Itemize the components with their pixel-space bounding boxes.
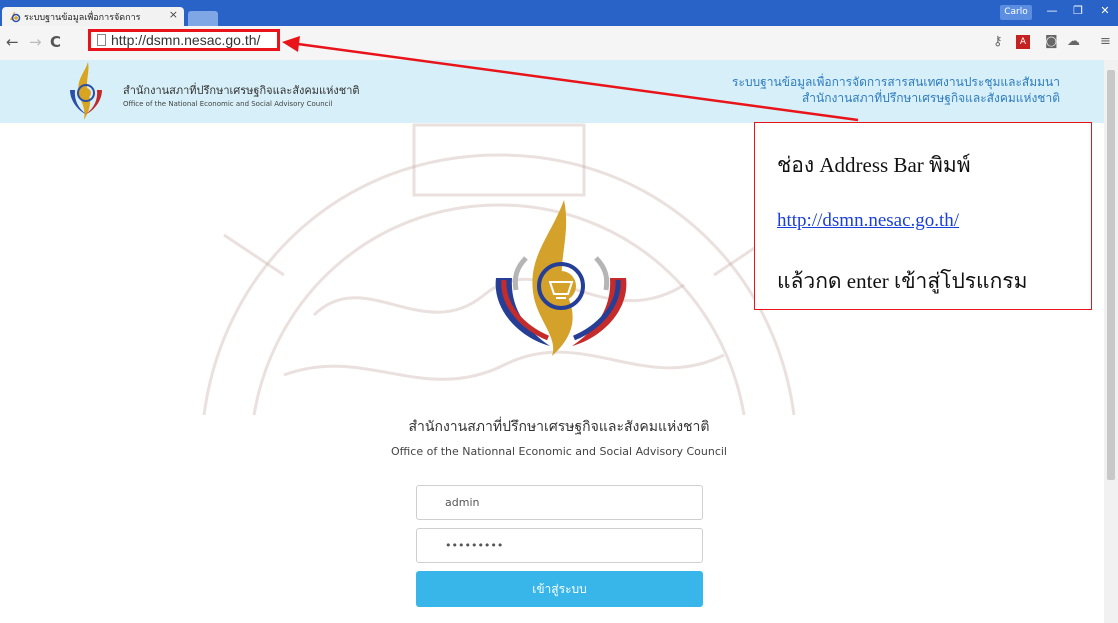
site-favicon-icon xyxy=(10,12,21,23)
username-input[interactable] xyxy=(416,485,703,520)
annotation-callout: ช่อง Address Bar พิมพ์ http://dsmn.nesac… xyxy=(754,122,1092,310)
header-org-name-en: Office of the National Economic and Soci… xyxy=(123,100,333,108)
header-org-name-th: สำนักงานสภาที่ปรึกษาเศรษฐกิจและสังคมแห่ง… xyxy=(123,84,360,97)
callout-enter-instruction: แล้วกด enter เข้าสู่โปรแกรม xyxy=(777,269,1028,293)
nesac-logo-icon xyxy=(70,62,102,120)
tab-close-icon[interactable]: × xyxy=(169,8,178,21)
close-window-icon[interactable]: ✕ xyxy=(1092,3,1118,19)
login-org-name-th: สำนักงานสภาที่ปรึกษาเศรษฐกิจและสังคมแห่ง… xyxy=(408,419,710,435)
system-subtitle: สำนักงานสภาที่ปรึกษาเศรษฐกิจและสังคมแห่ง… xyxy=(801,91,1060,105)
camera-icon[interactable]: ◙ xyxy=(1045,35,1058,49)
nesac-main-logo-icon xyxy=(495,200,627,356)
minimize-icon[interactable]: — xyxy=(1040,3,1064,19)
pdf-extension-icon[interactable]: A xyxy=(1016,35,1030,49)
login-button[interactable]: เข้าสู่ระบบ xyxy=(416,571,703,607)
address-bar-url[interactable]: http://dsmn.nesac.go.th/ xyxy=(111,32,260,48)
reload-icon[interactable]: C xyxy=(50,35,61,50)
callout-url-link[interactable]: http://dsmn.nesac.go.th/ xyxy=(777,210,959,232)
forward-arrow-icon[interactable]: → xyxy=(29,35,42,50)
password-input[interactable] xyxy=(416,528,703,563)
page-scrollbar[interactable] xyxy=(1104,60,1118,623)
login-org-name-en: Office of the Nationnal Economic and Soc… xyxy=(391,445,727,458)
key-icon[interactable]: ⚷ xyxy=(993,35,1003,49)
maximize-icon[interactable]: ❐ xyxy=(1066,3,1090,19)
menu-icon[interactable]: ≡ xyxy=(1100,35,1111,49)
browser-title-bar: ระบบฐานข้อมูลเพื่อการจัดการ × Carlo — ❐ … xyxy=(0,0,1118,26)
callout-instruction: ช่อง Address Bar พิมพ์ xyxy=(777,153,971,177)
cloud-extension-icon[interactable]: ☁ xyxy=(1067,35,1080,49)
profile-badge[interactable]: Carlo xyxy=(1000,5,1032,20)
page-icon xyxy=(97,34,106,46)
tab-title: ระบบฐานข้อมูลเพื่อการจัดการ xyxy=(24,12,141,23)
back-arrow-icon[interactable]: ← xyxy=(6,35,19,50)
address-bar[interactable]: http://dsmn.nesac.go.th/ xyxy=(88,29,280,51)
new-tab-button[interactable] xyxy=(188,11,218,26)
browser-toolbar: ← → C http://dsmn.nesac.go.th/ ⚷ A ◙ ☁ ≡ xyxy=(0,26,1118,61)
site-header: สำนักงานสภาที่ปรึกษาเศรษฐกิจและสังคมแห่ง… xyxy=(0,60,1118,123)
browser-tab[interactable]: ระบบฐานข้อมูลเพื่อการจัดการ × xyxy=(2,7,184,26)
